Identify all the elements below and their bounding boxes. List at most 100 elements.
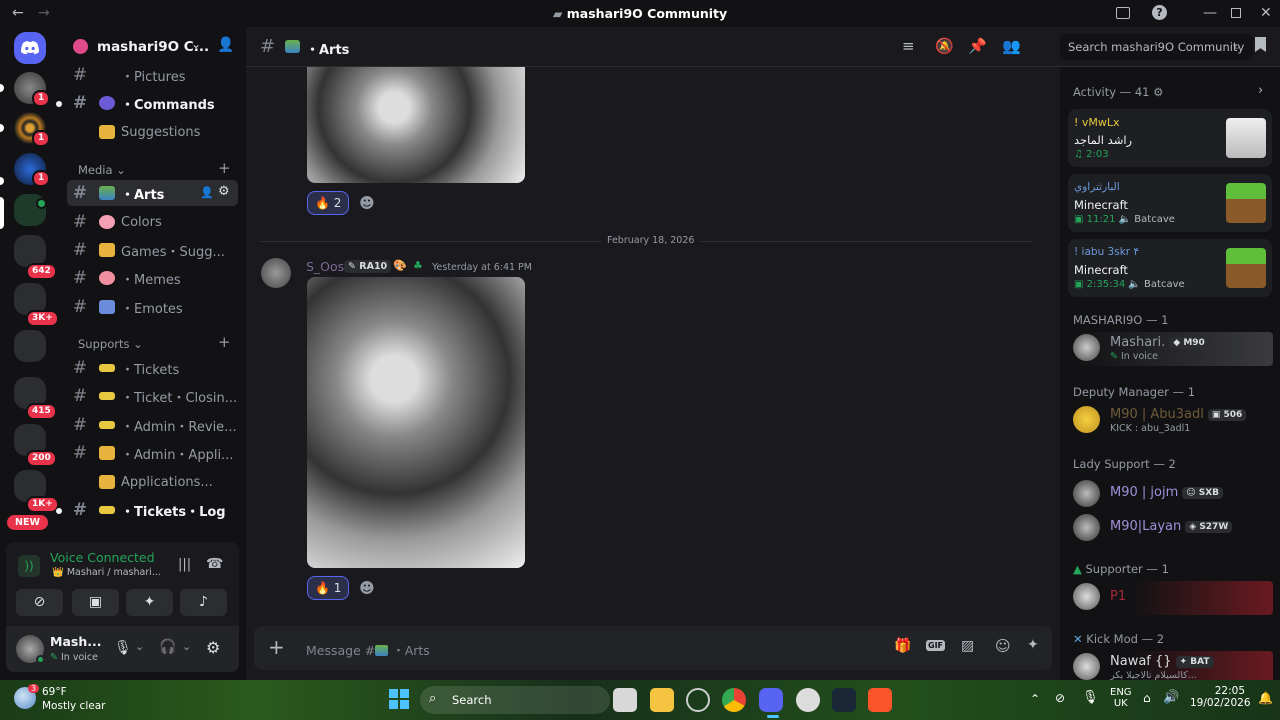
add-reaction-icon[interactable]: ☻ xyxy=(357,578,377,598)
game-icon xyxy=(1226,183,1266,223)
bookmark-icon[interactable] xyxy=(1255,37,1266,52)
activity-card[interactable]: ! iabu 3skr ۴ Minecraft ▣ 2:35:34 🔈 Batc… xyxy=(1068,239,1272,297)
notifications-muted-icon[interactable]: 🔕 xyxy=(935,37,954,55)
channel-admin-review[interactable]: # ・Admin・Revie... xyxy=(67,412,238,438)
member-row[interactable]: M90|Layan ◈ S27W xyxy=(1073,512,1273,546)
network-off-icon[interactable]: ⊘ xyxy=(1055,691,1065,705)
avatar xyxy=(1073,514,1100,541)
user-name[interactable]: Mash... xyxy=(50,634,101,649)
chevron-down-icon[interactable]: ⌄ xyxy=(191,37,201,51)
weather-temp[interactable]: 69°F xyxy=(42,686,67,698)
weather-desc[interactable]: Mostly clear xyxy=(42,700,105,712)
apps-icon[interactable]: ✦ xyxy=(1027,637,1039,653)
chevron-right-icon[interactable]: › xyxy=(1258,83,1263,98)
microphone-icon[interactable]: 🎙 xyxy=(1082,690,1099,705)
maximize-button[interactable] xyxy=(1231,8,1241,18)
file-explorer-icon[interactable] xyxy=(650,688,674,712)
chevron-down-icon[interactable]: ⌄ xyxy=(135,640,144,653)
threads-icon[interactable]: ≡ xyxy=(902,37,915,55)
gear-icon[interactable]: ⚙ xyxy=(206,638,220,657)
channel-memes[interactable]: # ・Memes xyxy=(67,265,238,291)
chevron-up-icon[interactable]: ⌃ xyxy=(1030,692,1040,706)
channel-pictures[interactable]: # ・Pictures xyxy=(67,62,238,88)
drawing-image-attachment[interactable] xyxy=(307,67,525,183)
close-button[interactable]: ✕ xyxy=(1260,5,1272,21)
category-media[interactable]: Media ⌄ xyxy=(78,163,126,177)
channel-tickets[interactable]: # ・Tickets xyxy=(67,355,238,381)
add-channel-icon[interactable]: + xyxy=(218,333,231,351)
invite-icon[interactable]: 👤 xyxy=(217,37,234,53)
screen-share-icon[interactable]: ▣ xyxy=(72,589,119,616)
channel-tickets-log[interactable]: # ・Tickets・Log xyxy=(67,497,238,523)
sticker-icon[interactable]: ▨ xyxy=(961,638,974,654)
server-folder[interactable] xyxy=(14,330,46,362)
volume-icon[interactable]: 🔊 xyxy=(1163,690,1179,705)
unread-pill xyxy=(0,124,4,132)
channel-colors[interactable]: # Colors xyxy=(67,209,238,235)
reaction-fire[interactable]: 🔥 1 xyxy=(307,576,350,600)
reaction-fire[interactable]: 🔥 2 xyxy=(307,191,350,215)
windows-start-icon[interactable] xyxy=(389,689,409,709)
clock[interactable]: 22:05 19/02/2026 xyxy=(1190,685,1251,709)
app-icon[interactable] xyxy=(686,688,710,712)
emoji-icon[interactable]: ☺ xyxy=(995,637,1011,655)
notification-bell-icon[interactable]: 🔔 xyxy=(1258,691,1273,705)
member-row[interactable]: M90 | Abu3adl ▣ 506 KICK : abu_3adl1 xyxy=(1073,404,1273,438)
microphone-icon[interactable]: 🎙 xyxy=(114,640,132,656)
message-input[interactable]: + Message # ・Arts 🎁 GIF ▨ ☺ ✦ xyxy=(254,626,1052,670)
discord-taskbar-icon[interactable] xyxy=(759,688,783,712)
disconnect-icon[interactable]: ☎ xyxy=(206,556,223,572)
server-tag[interactable]: ✎ RA10 xyxy=(344,260,392,273)
brave-icon[interactable] xyxy=(868,688,892,712)
author-avatar[interactable] xyxy=(261,258,291,288)
channel-commands[interactable]: # ・Commands xyxy=(67,90,238,116)
invite-icon[interactable]: 👤 xyxy=(200,186,214,199)
member-row[interactable]: P1 xyxy=(1073,581,1273,615)
channel-emotes[interactable]: # ・Emotes xyxy=(67,294,238,320)
channel-ticket-closing[interactable]: # ・Ticket・Closin... xyxy=(67,383,238,409)
minimize-button[interactable]: — xyxy=(1203,5,1217,21)
new-badge[interactable]: NEW xyxy=(7,515,48,530)
help-icon[interactable]: ? xyxy=(1152,5,1167,20)
discord-home-icon[interactable] xyxy=(14,32,46,64)
member-row[interactable]: M90 | jojm ☺ SXB xyxy=(1073,478,1273,512)
activity-card[interactable]: ! vMwLx راشد الماجد ♫ 2:03 xyxy=(1068,109,1272,167)
windows-taskbar: 3 69°F Mostly clear ⌕ Search ⌃ ⊘ 🎙 ENG UK… xyxy=(0,680,1280,720)
activities-icon[interactable]: ✦ xyxy=(126,589,173,616)
channel-games-suggestions[interactable]: # Games・Sugg... xyxy=(67,237,238,263)
signal-icon[interactable]: )) xyxy=(18,555,40,577)
taskbar-search[interactable]: ⌕ Search xyxy=(420,686,610,714)
member-list-icon[interactable]: 👥 xyxy=(1002,37,1021,55)
task-view-icon[interactable] xyxy=(613,688,637,712)
channel-admin-applications[interactable]: # ・Admin・Appli... xyxy=(67,440,238,466)
member-row[interactable]: Mashari. ◆ M90 ✎ In voice xyxy=(1073,332,1273,366)
voice-channel[interactable]: 👑 Mashari / mashari... xyxy=(52,567,161,578)
noise-suppression-icon[interactable]: ||| xyxy=(178,557,191,572)
steam-icon[interactable] xyxy=(832,688,856,712)
chrome-icon[interactable] xyxy=(722,688,746,712)
drawing-image-attachment[interactable] xyxy=(307,277,525,568)
message-author[interactable]: S_Oos xyxy=(306,259,344,274)
channel-suggestions[interactable]: Suggestions xyxy=(67,119,238,145)
server-badge: 1 xyxy=(32,130,51,147)
upload-plus-icon[interactable]: + xyxy=(268,635,285,659)
headphones-icon[interactable]: 🎧 xyxy=(159,639,176,655)
role-group-header: Lady Support — 2 xyxy=(1073,457,1176,471)
wifi-icon[interactable]: ⌂ xyxy=(1143,691,1151,705)
gif-icon[interactable]: GIF xyxy=(926,640,946,651)
steam-settings-icon[interactable] xyxy=(796,688,820,712)
activity-card[interactable]: البارثتراوي Minecraft ▣ 11:21 🔈 Batcave xyxy=(1068,174,1272,232)
language-indicator[interactable]: ENG UK xyxy=(1110,687,1132,709)
soundboard-icon[interactable]: ♪ xyxy=(180,589,227,616)
add-channel-icon[interactable]: + xyxy=(218,159,231,177)
category-supports[interactable]: Supports ⌄ xyxy=(78,337,143,351)
add-reaction-icon[interactable]: ☻ xyxy=(357,193,377,213)
chevron-down-icon[interactable]: ⌄ xyxy=(182,640,191,653)
pin-icon[interactable]: 📌 xyxy=(968,37,987,55)
gear-icon[interactable]: ⚙ xyxy=(218,184,230,199)
gift-icon[interactable]: 🎁 xyxy=(894,638,911,654)
camera-off-icon[interactable]: ⊘ xyxy=(16,589,63,616)
channel-applications[interactable]: Applications... xyxy=(67,469,238,495)
search-input[interactable]: Search mashari9O Community ⌕ xyxy=(1060,34,1253,60)
inbox-icon[interactable] xyxy=(1116,7,1130,19)
